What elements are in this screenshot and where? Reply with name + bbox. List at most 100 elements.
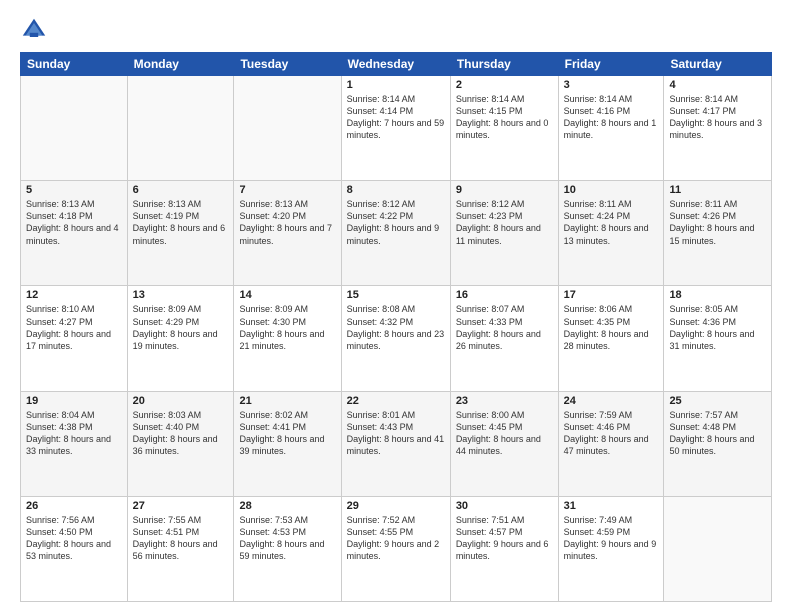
calendar-cell: 15Sunrise: 8:08 AMSunset: 4:32 PMDayligh… bbox=[341, 286, 450, 391]
day-number: 23 bbox=[456, 395, 553, 407]
day-number: 10 bbox=[564, 184, 659, 196]
day-info: Sunrise: 8:10 AMSunset: 4:27 PMDaylight:… bbox=[26, 303, 122, 352]
day-number: 5 bbox=[26, 184, 122, 196]
calendar-cell: 29 Sunrise: 7:52 AMSunset: 4:55 PMDayligh… bbox=[341, 496, 450, 601]
calendar-cell: 17Sunrise: 8:06 AMSunset: 4:35 PMDayligh… bbox=[558, 286, 664, 391]
calendar-cell: 2Sunrise: 8:14 AMSunset: 4:15 PMDaylight… bbox=[450, 76, 558, 181]
calendar-cell bbox=[21, 76, 128, 181]
day-number: 4 bbox=[669, 79, 766, 91]
day-info: Sunrise: 8:12 AMSunset: 4:22 PMDaylight:… bbox=[347, 198, 445, 247]
day-number: 20 bbox=[133, 395, 229, 407]
day-number: 27 bbox=[133, 500, 229, 512]
calendar-cell: 20 Sunrise: 8:03 AMSunset: 4:40 PMDayligh… bbox=[127, 391, 234, 496]
day-info: Sunrise: 8:14 AMSunset: 4:16 PMDaylight:… bbox=[564, 93, 659, 142]
page: SundayMondayTuesdayWednesdayThursdayFrid… bbox=[0, 0, 792, 612]
week-row-2: 5 Sunrise: 8:13 AMSunset: 4:18 PMDaylight… bbox=[21, 181, 772, 286]
day-info: Sunrise: 7:51 AMSunset: 4:57 PMDaylight:… bbox=[456, 514, 553, 563]
day-info: Sunrise: 8:09 AMSunset: 4:30 PMDaylight:… bbox=[239, 303, 335, 352]
day-info: Sunrise: 8:00 AMSunset: 4:45 PMDaylight:… bbox=[456, 409, 553, 458]
header-day-saturday: Saturday bbox=[664, 53, 772, 76]
day-number: 26 bbox=[26, 500, 122, 512]
day-number: 29 bbox=[347, 500, 445, 512]
day-info: Sunrise: 7:52 AMSunset: 4:55 PMDaylight:… bbox=[347, 514, 445, 563]
header-day-sunday: Sunday bbox=[21, 53, 128, 76]
day-info: Sunrise: 8:08 AMSunset: 4:32 PMDaylight:… bbox=[347, 303, 445, 352]
week-row-3: 12 Sunrise: 8:10 AMSunset: 4:27 PMDayligh… bbox=[21, 286, 772, 391]
calendar-cell: 3 Sunrise: 8:14 AMSunset: 4:16 PMDaylight… bbox=[558, 76, 664, 181]
calendar-header: SundayMondayTuesdayWednesdayThursdayFrid… bbox=[21, 53, 772, 76]
day-number: 25 bbox=[669, 395, 766, 407]
day-info: Sunrise: 7:49 AMSunset: 4:59 PMDaylight:… bbox=[564, 514, 659, 563]
day-info: Sunrise: 8:14 AMSunset: 4:14 PMDaylight:… bbox=[347, 93, 445, 142]
calendar-cell: 23 Sunrise: 8:00 AMSunset: 4:45 PMDayligh… bbox=[450, 391, 558, 496]
day-info: Sunrise: 8:03 AMSunset: 4:40 PMDaylight:… bbox=[133, 409, 229, 458]
day-number: 24 bbox=[564, 395, 659, 407]
day-info: Sunrise: 8:09 AMSunset: 4:29 PMDaylight:… bbox=[133, 303, 229, 352]
calendar-cell: 4 Sunrise: 8:14 AMSunset: 4:17 PMDaylight… bbox=[664, 76, 772, 181]
day-number: 17 bbox=[564, 289, 659, 301]
day-number: 18 bbox=[669, 289, 766, 301]
calendar-cell: 16 Sunrise: 8:07 AMSunset: 4:33 PMDayligh… bbox=[450, 286, 558, 391]
calendar-cell: 28 Sunrise: 7:53 AMSunset: 4:53 PMDayligh… bbox=[234, 496, 341, 601]
day-info: Sunrise: 8:02 AMSunset: 4:41 PMDaylight:… bbox=[239, 409, 335, 458]
day-number: 14 bbox=[239, 289, 335, 301]
header-day-tuesday: Tuesday bbox=[234, 53, 341, 76]
day-info: Sunrise: 8:13 AMSunset: 4:18 PMDaylight:… bbox=[26, 198, 122, 247]
calendar-cell: 22Sunrise: 8:01 AMSunset: 4:43 PMDayligh… bbox=[341, 391, 450, 496]
header-row: SundayMondayTuesdayWednesdayThursdayFrid… bbox=[21, 53, 772, 76]
day-number: 8 bbox=[347, 184, 445, 196]
header-day-monday: Monday bbox=[127, 53, 234, 76]
day-info: Sunrise: 8:14 AMSunset: 4:17 PMDaylight:… bbox=[669, 93, 766, 142]
day-info: Sunrise: 7:56 AMSunset: 4:50 PMDaylight:… bbox=[26, 514, 122, 563]
day-number: 30 bbox=[456, 500, 553, 512]
day-number: 19 bbox=[26, 395, 122, 407]
calendar-cell: 18 Sunrise: 8:05 AMSunset: 4:36 PMDayligh… bbox=[664, 286, 772, 391]
day-number: 12 bbox=[26, 289, 122, 301]
calendar-cell bbox=[234, 76, 341, 181]
calendar-cell: 30 Sunrise: 7:51 AMSunset: 4:57 PMDayligh… bbox=[450, 496, 558, 601]
day-number: 22 bbox=[347, 395, 445, 407]
calendar-cell: 19 Sunrise: 8:04 AMSunset: 4:38 PMDayligh… bbox=[21, 391, 128, 496]
calendar-cell bbox=[127, 76, 234, 181]
day-info: Sunrise: 7:59 AMSunset: 4:46 PMDaylight:… bbox=[564, 409, 659, 458]
calendar-cell: 27 Sunrise: 7:55 AMSunset: 4:51 PMDayligh… bbox=[127, 496, 234, 601]
day-info: Sunrise: 8:05 AMSunset: 4:36 PMDaylight:… bbox=[669, 303, 766, 352]
calendar-cell: 9Sunrise: 8:12 AMSunset: 4:23 PMDaylight… bbox=[450, 181, 558, 286]
header-day-thursday: Thursday bbox=[450, 53, 558, 76]
day-info: Sunrise: 8:12 AMSunset: 4:23 PMDaylight:… bbox=[456, 198, 553, 247]
calendar-cell: 10 Sunrise: 8:11 AMSunset: 4:24 PMDayligh… bbox=[558, 181, 664, 286]
day-number: 28 bbox=[239, 500, 335, 512]
day-info: Sunrise: 8:04 AMSunset: 4:38 PMDaylight:… bbox=[26, 409, 122, 458]
day-number: 16 bbox=[456, 289, 553, 301]
logo bbox=[20, 16, 52, 44]
calendar-cell: 8 Sunrise: 8:12 AMSunset: 4:22 PMDaylight… bbox=[341, 181, 450, 286]
day-info: Sunrise: 7:57 AMSunset: 4:48 PMDaylight:… bbox=[669, 409, 766, 458]
day-info: Sunrise: 7:53 AMSunset: 4:53 PMDaylight:… bbox=[239, 514, 335, 563]
day-info: Sunrise: 8:13 AMSunset: 4:20 PMDaylight:… bbox=[239, 198, 335, 247]
day-number: 1 bbox=[347, 79, 445, 91]
calendar-cell: 31 Sunrise: 7:49 AMSunset: 4:59 PMDayligh… bbox=[558, 496, 664, 601]
week-row-1: 1 Sunrise: 8:14 AMSunset: 4:14 PMDaylight… bbox=[21, 76, 772, 181]
calendar-cell: 12 Sunrise: 8:10 AMSunset: 4:27 PMDayligh… bbox=[21, 286, 128, 391]
day-number: 6 bbox=[133, 184, 229, 196]
logo-icon bbox=[20, 16, 48, 44]
calendar-cell: 26 Sunrise: 7:56 AMSunset: 4:50 PMDayligh… bbox=[21, 496, 128, 601]
week-row-5: 26 Sunrise: 7:56 AMSunset: 4:50 PMDayligh… bbox=[21, 496, 772, 601]
calendar-cell bbox=[664, 496, 772, 601]
day-number: 31 bbox=[564, 500, 659, 512]
calendar-cell: 24 Sunrise: 7:59 AMSunset: 4:46 PMDayligh… bbox=[558, 391, 664, 496]
day-info: Sunrise: 7:55 AMSunset: 4:51 PMDaylight:… bbox=[133, 514, 229, 563]
calendar-body: 1 Sunrise: 8:14 AMSunset: 4:14 PMDaylight… bbox=[21, 76, 772, 602]
calendar-cell: 21Sunrise: 8:02 AMSunset: 4:41 PMDayligh… bbox=[234, 391, 341, 496]
day-info: Sunrise: 8:11 AMSunset: 4:26 PMDaylight:… bbox=[669, 198, 766, 247]
calendar-cell: 6 Sunrise: 8:13 AMSunset: 4:19 PMDaylight… bbox=[127, 181, 234, 286]
day-info: Sunrise: 8:14 AMSunset: 4:15 PMDaylight:… bbox=[456, 93, 553, 142]
calendar-cell: 14 Sunrise: 8:09 AMSunset: 4:30 PMDayligh… bbox=[234, 286, 341, 391]
day-number: 3 bbox=[564, 79, 659, 91]
day-info: Sunrise: 8:13 AMSunset: 4:19 PMDaylight:… bbox=[133, 198, 229, 247]
calendar-cell: 7Sunrise: 8:13 AMSunset: 4:20 PMDaylight… bbox=[234, 181, 341, 286]
calendar-cell: 25 Sunrise: 7:57 AMSunset: 4:48 PMDayligh… bbox=[664, 391, 772, 496]
day-info: Sunrise: 8:07 AMSunset: 4:33 PMDaylight:… bbox=[456, 303, 553, 352]
day-info: Sunrise: 8:11 AMSunset: 4:24 PMDaylight:… bbox=[564, 198, 659, 247]
calendar-cell: 13Sunrise: 8:09 AMSunset: 4:29 PMDayligh… bbox=[127, 286, 234, 391]
